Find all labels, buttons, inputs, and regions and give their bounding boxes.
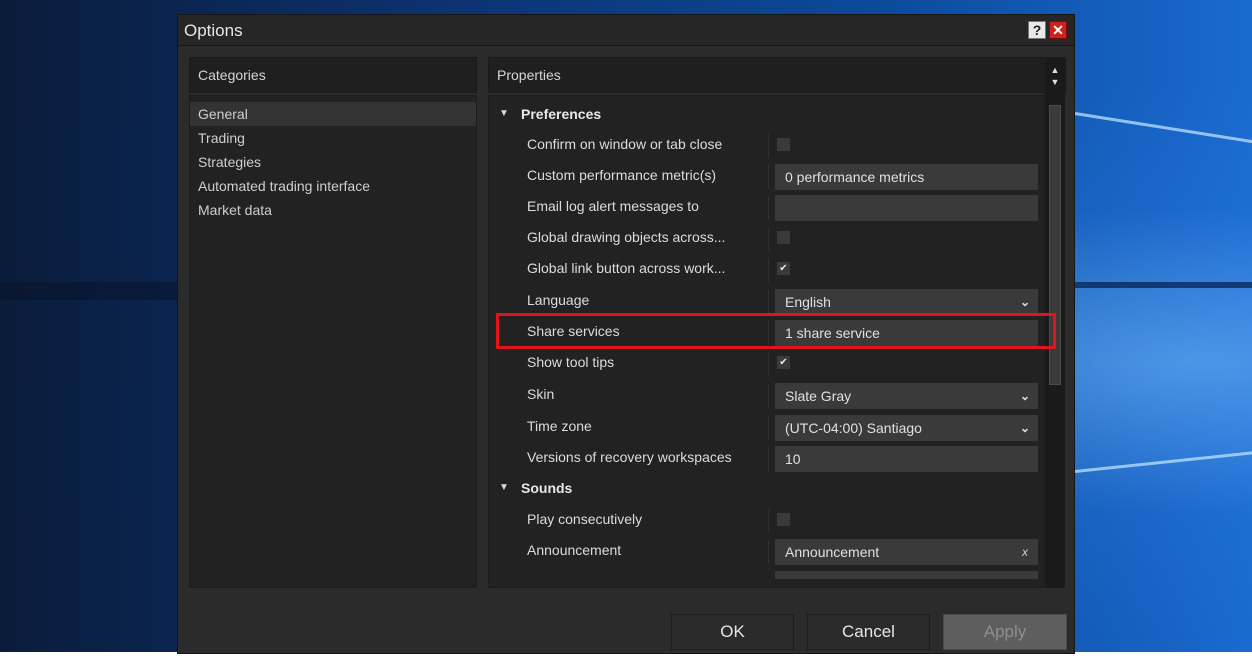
triangle-down-icon: ▼	[499, 108, 509, 119]
property-label: Time zone	[527, 418, 592, 434]
close-button[interactable]: ✕	[1049, 21, 1067, 39]
property-row: Show tool tips ✔	[489, 348, 1055, 379]
performance-metrics-field[interactable]: 0 performance metrics	[775, 164, 1038, 190]
properties-header: Properties	[488, 57, 1066, 93]
categories-list: General Trading Strategies Automated tra…	[189, 95, 477, 588]
announcement-field[interactable]: Announcement x	[775, 539, 1038, 565]
property-row: Skin Slate Gray ⌄	[489, 380, 1055, 411]
next-property-field[interactable]	[775, 571, 1038, 579]
column-divider	[768, 540, 769, 564]
time-zone-value: (UTC-04:00) Santiago	[785, 420, 922, 436]
chevron-down-icon: ⌄	[1019, 389, 1030, 403]
column-divider	[768, 290, 769, 314]
column-divider	[768, 447, 769, 471]
skin-select[interactable]: Slate Gray ⌄	[775, 383, 1038, 409]
window-shadow	[0, 282, 178, 300]
property-label: Versions of recovery workspaces	[527, 449, 732, 465]
time-zone-select[interactable]: (UTC-04:00) Santiago ⌄	[775, 415, 1038, 441]
email-log-field[interactable]	[775, 195, 1038, 221]
property-row: Custom performance metric(s) 0 performan…	[489, 161, 1055, 192]
property-row: Versions of recovery workspaces 10	[489, 443, 1055, 474]
language-value: English	[785, 294, 831, 310]
triangle-down-icon: ▼	[499, 482, 509, 493]
property-label: Language	[527, 292, 590, 308]
title-bar[interactable]: Options ? ✕	[178, 15, 1074, 46]
global-link-button-checkbox[interactable]: ✔	[777, 262, 790, 275]
play-consecutively-checkbox[interactable]	[777, 513, 790, 526]
section-title: Sounds	[521, 480, 573, 496]
property-row: Time zone (UTC-04:00) Santiago ⌄	[489, 412, 1055, 443]
confirm-close-checkbox[interactable]	[777, 138, 790, 151]
ok-button[interactable]: OK	[671, 614, 794, 650]
property-label: Announcement	[527, 542, 622, 558]
chevron-down-icon: ⌄	[1019, 421, 1030, 435]
window-shadow	[1075, 282, 1252, 288]
apply-button[interactable]: Apply	[943, 614, 1067, 650]
property-label: Global link button across work...	[527, 260, 726, 276]
cancel-button[interactable]: Cancel	[807, 614, 930, 650]
property-label: Show tool tips	[527, 354, 615, 370]
property-label: Play consecutively	[527, 511, 643, 527]
column-divider	[768, 258, 769, 282]
clear-icon[interactable]: x	[1022, 539, 1028, 565]
categories-header: Categories	[189, 57, 477, 93]
column-divider	[768, 227, 769, 251]
property-row: Confirm on window or tab close	[489, 130, 1055, 161]
property-label: Email log alert messages to	[527, 198, 699, 214]
property-label: Global drawing objects across...	[527, 229, 726, 245]
column-divider	[768, 196, 769, 220]
section-preferences[interactable]: ▼ Preferences	[489, 100, 1055, 128]
column-divider	[768, 416, 769, 440]
property-row	[489, 568, 1055, 587]
skin-value: Slate Gray	[785, 388, 852, 404]
help-button[interactable]: ?	[1028, 21, 1046, 39]
section-title: Preferences	[521, 106, 602, 122]
section-sounds[interactable]: ▼ Sounds	[489, 474, 1055, 502]
property-row: Email log alert messages to	[489, 192, 1055, 223]
global-drawing-objects-checkbox[interactable]	[777, 231, 790, 244]
column-divider	[768, 509, 769, 533]
property-row: Play consecutively	[489, 505, 1055, 536]
window-title: Options	[184, 21, 243, 40]
recovery-versions-field[interactable]: 10	[775, 446, 1038, 472]
property-row: Global drawing objects across...	[489, 223, 1055, 254]
show-tool-tips-checkbox[interactable]: ✔	[777, 356, 790, 369]
column-divider	[768, 352, 769, 376]
light-beam	[1074, 450, 1252, 473]
category-market-data[interactable]: Market data	[190, 198, 476, 222]
column-divider	[768, 165, 769, 189]
category-strategies[interactable]: Strategies	[190, 150, 476, 174]
chevron-down-icon: ⌄	[1019, 295, 1030, 309]
language-select[interactable]: English ⌄	[775, 289, 1038, 315]
property-label: Skin	[527, 386, 555, 402]
category-trading[interactable]: Trading	[190, 126, 476, 150]
property-label: Custom performance metric(s)	[527, 167, 717, 183]
property-row: Global link button across work... ✔	[489, 254, 1055, 285]
category-automated-trading-interface[interactable]: Automated trading interface	[190, 174, 476, 198]
light-beam	[1074, 112, 1252, 145]
scroll-down-icon[interactable]: ▼	[1045, 75, 1065, 89]
announcement-value: Announcement	[785, 544, 880, 560]
column-divider	[768, 134, 769, 158]
share-services-highlight-box	[496, 313, 1056, 349]
category-general[interactable]: General	[190, 102, 476, 126]
property-row: Announcement Announcement x	[489, 536, 1055, 567]
column-divider	[768, 384, 769, 408]
property-label: Confirm on window or tab close	[527, 136, 723, 152]
